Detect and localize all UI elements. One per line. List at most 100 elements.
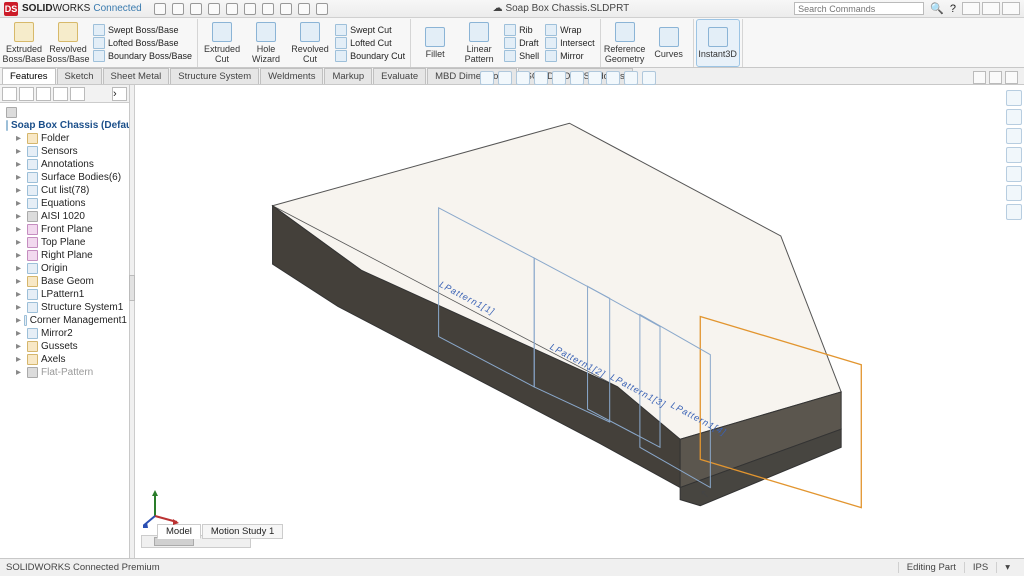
lofted-boss-button[interactable]: Lofted Boss/Base <box>93 37 192 49</box>
shell-button[interactable]: Shell <box>504 50 539 62</box>
swept-cut-button[interactable]: Swept Cut <box>335 24 405 36</box>
tree-item[interactable]: ▸Top Plane <box>2 236 127 249</box>
filter-icon[interactable] <box>2 106 127 119</box>
status-extra-icon[interactable]: ▾ <box>996 562 1018 573</box>
draft-button[interactable]: Draft <box>504 37 539 49</box>
hole-wizard-button[interactable]: Hole Wizard <box>244 19 288 67</box>
linear-pattern-button[interactable]: Linear Pattern <box>457 19 501 67</box>
intersect-button[interactable]: Intersect <box>545 37 595 49</box>
qat-options-icon[interactable] <box>298 3 310 15</box>
tree-item[interactable]: ▸Annotations <box>2 158 127 171</box>
tree-item[interactable]: ▸Right Plane <box>2 249 127 262</box>
model-svg: LPattern1[1] LPattern1[2] LPattern1[3] L… <box>135 85 1024 558</box>
tab-markup[interactable]: Markup <box>324 68 372 84</box>
tree-item[interactable]: ▸Sensors <box>2 145 127 158</box>
rib-button[interactable]: Rib <box>504 24 539 36</box>
boundary-cut-button[interactable]: Boundary Cut <box>335 50 405 62</box>
tab-weldments[interactable]: Weldments <box>260 68 323 84</box>
tree-item[interactable]: ▸Corner Management1 <box>2 314 127 327</box>
maximize-button[interactable] <box>982 2 1000 15</box>
tree-item[interactable]: ▸Equations <box>2 197 127 210</box>
display-style-icon[interactable] <box>570 71 584 85</box>
qat-select-icon[interactable] <box>262 3 274 15</box>
tree-item[interactable]: ▸Flat-Pattern <box>2 366 127 379</box>
reference-geometry-button[interactable]: Reference Geometry <box>603 19 647 67</box>
edit-appearance-icon[interactable] <box>606 71 620 85</box>
hide-show-icon[interactable] <box>588 71 602 85</box>
view-orientation-icon[interactable] <box>552 71 566 85</box>
vp-maximize-icon[interactable] <box>989 71 1002 84</box>
qat-open-icon[interactable] <box>172 3 184 15</box>
property-manager-tab-icon[interactable] <box>19 87 34 101</box>
bottom-tab-motion-study-1[interactable]: Motion Study 1 <box>202 524 283 539</box>
tab-structure-system[interactable]: Structure System <box>170 68 259 84</box>
close-button[interactable] <box>1002 2 1020 15</box>
fillet-button[interactable]: Fillet <box>413 19 457 67</box>
extruded-boss-button[interactable]: Extruded Boss/Base <box>2 19 46 67</box>
dimxpert-manager-tab-icon[interactable] <box>53 87 68 101</box>
feature-manager-tab-icon[interactable] <box>2 87 17 101</box>
qat-new-icon[interactable] <box>154 3 166 15</box>
forum-icon[interactable] <box>1006 204 1022 220</box>
tree-item[interactable]: ▸Origin <box>2 262 127 275</box>
tree-item[interactable]: ▸Axels <box>2 353 127 366</box>
vp-close-icon[interactable] <box>1005 71 1018 84</box>
tree-item[interactable]: ▸Mirror2 <box>2 327 127 340</box>
tree-item[interactable]: ▸Gussets <box>2 340 127 353</box>
manager-overflow-icon[interactable]: › <box>112 87 127 101</box>
view-settings-icon[interactable] <box>642 71 656 85</box>
feature-tree[interactable]: Soap Box Chassis (Default<As Machin ▸Fol… <box>0 103 129 558</box>
instant3d-button[interactable]: Instant3D <box>696 19 740 67</box>
design-library-icon[interactable] <box>1006 109 1022 125</box>
configuration-manager-tab-icon[interactable] <box>36 87 51 101</box>
minimize-button[interactable] <box>962 2 980 15</box>
tree-item[interactable]: ▸Folder <box>2 132 127 145</box>
revolved-boss-button[interactable]: Revolved Boss/Base <box>46 19 90 67</box>
tree-item[interactable]: ▸Front Plane <box>2 223 127 236</box>
curves-button[interactable]: Curves <box>647 19 691 67</box>
manager-pane-tabs: › <box>0 85 129 103</box>
file-explorer-icon[interactable] <box>1006 128 1022 144</box>
qat-rebuild-icon[interactable] <box>280 3 292 15</box>
tree-item[interactable]: ▸Base Geom <box>2 275 127 288</box>
search-input[interactable] <box>794 2 924 15</box>
sw-resources-icon[interactable] <box>1006 90 1022 106</box>
revolved-cut-button[interactable]: Revolved Cut <box>288 19 332 67</box>
custom-properties-icon[interactable] <box>1006 185 1022 201</box>
extruded-cut-button[interactable]: Extruded Cut <box>200 19 244 67</box>
wrap-button[interactable]: Wrap <box>545 24 595 36</box>
appearances-icon[interactable] <box>1006 166 1022 182</box>
tree-item[interactable]: ▸Structure System1 <box>2 301 127 314</box>
vp-minimize-icon[interactable] <box>973 71 986 84</box>
search-icon[interactable]: 🔍 <box>930 2 944 15</box>
tree-item[interactable]: ▸AISI 1020 <box>2 210 127 223</box>
status-units[interactable]: IPS <box>964 562 996 573</box>
display-manager-tab-icon[interactable] <box>70 87 85 101</box>
swept-boss-button[interactable]: Swept Boss/Base <box>93 24 192 36</box>
tree-root[interactable]: Soap Box Chassis (Default<As Machin <box>2 119 127 132</box>
qat-redo-icon[interactable] <box>244 3 256 15</box>
previous-view-icon[interactable] <box>516 71 530 85</box>
tree-item[interactable]: ▸Surface Bodies(6) <box>2 171 127 184</box>
tree-item[interactable]: ▸LPattern1 <box>2 288 127 301</box>
view-palette-icon[interactable] <box>1006 147 1022 163</box>
qat-save-icon[interactable] <box>190 3 202 15</box>
tree-item[interactable]: ▸Cut list(78) <box>2 184 127 197</box>
tab-sheet-metal[interactable]: Sheet Metal <box>103 68 170 84</box>
tab-features[interactable]: Features <box>2 68 56 84</box>
tab-evaluate[interactable]: Evaluate <box>373 68 426 84</box>
graphics-viewport[interactable]: LPattern1[1] LPattern1[2] LPattern1[3] L… <box>135 85 1024 558</box>
help-icon[interactable]: ? <box>950 3 956 15</box>
zoom-area-icon[interactable] <box>498 71 512 85</box>
qat-settings-icon[interactable] <box>316 3 328 15</box>
qat-undo-icon[interactable] <box>226 3 238 15</box>
zoom-fit-icon[interactable] <box>480 71 494 85</box>
mirror-button[interactable]: Mirror <box>545 50 595 62</box>
qat-print-icon[interactable] <box>208 3 220 15</box>
orientation-triad-icon[interactable] <box>143 488 183 528</box>
section-view-icon[interactable] <box>534 71 548 85</box>
apply-scene-icon[interactable] <box>624 71 638 85</box>
boundary-boss-button[interactable]: Boundary Boss/Base <box>93 50 192 62</box>
lofted-cut-button[interactable]: Lofted Cut <box>335 37 405 49</box>
tab-sketch[interactable]: Sketch <box>57 68 102 84</box>
